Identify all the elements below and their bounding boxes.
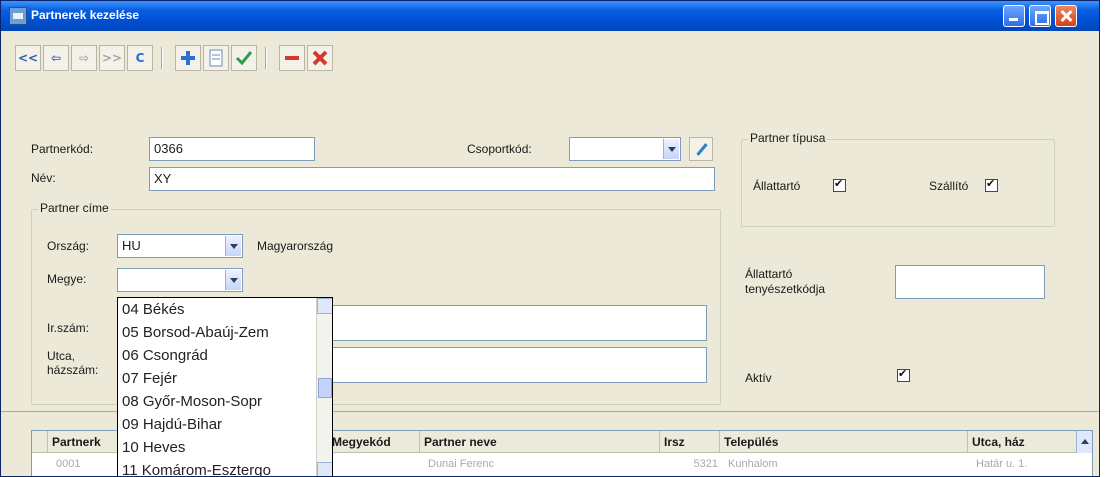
table-cell: Dunai Ferenc: [428, 458, 495, 470]
maximize-button[interactable]: [1029, 5, 1051, 27]
partner-window: Partnerek kezelése << ⇦ ⇨ >> C Partnerkó…: [0, 0, 1100, 477]
column-header[interactable]: Partner neve: [420, 431, 660, 453]
insert-icon: [181, 51, 195, 65]
orszag-label: Ország:: [47, 239, 90, 253]
app-icon: [9, 7, 27, 25]
list-item[interactable]: 05 Borsod-Abaúj-Zem: [118, 321, 332, 344]
list-item[interactable]: 07 Fejér: [118, 367, 332, 390]
table-cell: 5321: [693, 458, 718, 470]
aktiv-label: Aktív: [745, 371, 772, 385]
title-bar[interactable]: Partnerek kezelése: [1, 1, 1099, 31]
allattarto-kod-label: Állattartó tenyészetkódja: [745, 267, 826, 296]
prev-record-button[interactable]: ⇦: [43, 45, 69, 71]
megye-label: Megye:: [47, 272, 87, 286]
partnerkod-field[interactable]: 0366: [149, 137, 315, 161]
partner-tipusa-legend: Partner típusa: [748, 131, 828, 145]
table-cell: Határ u. 1.: [976, 458, 1028, 470]
insert-button[interactable]: [175, 45, 201, 71]
row-indicator-header: [32, 431, 48, 453]
list-item[interactable]: 11 Komárom-Esztergo: [118, 459, 332, 476]
post-icon: [235, 51, 253, 66]
minimize-button[interactable]: [1003, 5, 1025, 27]
list-item[interactable]: 04 Békés: [118, 298, 332, 321]
first-record-icon: <<: [17, 51, 39, 65]
column-header[interactable]: Irsz: [660, 431, 720, 453]
column-header[interactable]: Megyekód: [328, 431, 420, 453]
allattarto-kod-field[interactable]: [895, 265, 1045, 299]
edit-icon: [209, 49, 223, 67]
csoportkod-label: Csoportkód:: [467, 142, 532, 156]
prev-record-icon: ⇦: [50, 51, 62, 65]
szallito-checkbox[interactable]: [985, 177, 998, 192]
list-item[interactable]: 09 Hajdú-Bihar: [118, 413, 332, 436]
irszam-telepules-field[interactable]: [331, 305, 707, 341]
column-header[interactable]: Utca, ház: [968, 431, 1078, 453]
list-item[interactable]: 08 Győr-Moson-Sopr: [118, 390, 332, 413]
window-title: Partnerek kezelése: [31, 8, 140, 22]
megye-dropdown-list[interactable]: 04 Békés 05 Borsod-Abaúj-Zem 06 Csongrád…: [117, 297, 333, 476]
table-cell: Kunhalom: [728, 458, 778, 470]
first-record-button[interactable]: <<: [15, 45, 41, 71]
list-item[interactable]: 10 Heves: [118, 436, 332, 459]
chevron-down-icon[interactable]: [225, 236, 241, 256]
close-button[interactable]: [1055, 5, 1077, 27]
column-header[interactable]: Település: [720, 431, 968, 453]
list-item[interactable]: 06 Csongrád: [118, 344, 332, 367]
table-cell: [332, 453, 420, 475]
partnerkod-label: Partnerkód:: [31, 142, 94, 156]
chevron-down-icon[interactable]: [225, 270, 241, 290]
utca-field[interactable]: [331, 347, 707, 383]
orszag-select[interactable]: HU: [117, 234, 243, 258]
nev-label: Név:: [31, 171, 56, 185]
utca-label: Utca, házszám:: [47, 349, 99, 377]
table-cell: 0001: [56, 458, 81, 470]
refresh-button[interactable]: C: [127, 45, 153, 71]
last-record-icon: >>: [101, 51, 123, 65]
last-record-button[interactable]: >>: [99, 45, 125, 71]
csoportkod-picker-button[interactable]: [689, 137, 713, 161]
column-header[interactable]: Partnerk: [48, 431, 118, 453]
next-record-icon: ⇨: [78, 51, 90, 65]
scroll-up-icon[interactable]: [1076, 431, 1092, 453]
scroll-up-icon[interactable]: [317, 298, 332, 314]
post-button[interactable]: [231, 45, 257, 71]
irszam-label: Ir.szám:: [47, 321, 90, 335]
scroll-down-icon[interactable]: [317, 462, 332, 476]
scroll-thumb[interactable]: [318, 378, 332, 398]
cancel-icon: [312, 50, 328, 66]
refresh-icon: C: [135, 51, 145, 65]
nev-field[interactable]: XY: [149, 167, 715, 191]
megye-select[interactable]: [117, 268, 243, 292]
orszag-name: Magyarország: [257, 239, 334, 253]
aktiv-checkbox[interactable]: [897, 367, 910, 382]
delete-button[interactable]: [279, 45, 305, 71]
cancel-button[interactable]: [307, 45, 333, 71]
edit-button[interactable]: [203, 45, 229, 71]
szallito-label: Szállító: [929, 179, 969, 193]
allattarto-label: Állattartó: [753, 179, 801, 193]
toolbar-separator: [161, 47, 163, 69]
chevron-down-icon[interactable]: [663, 139, 679, 159]
partner-cime-legend: Partner címe: [38, 201, 111, 215]
orszag-value: HU: [122, 238, 141, 253]
next-record-button[interactable]: ⇨: [71, 45, 97, 71]
delete-icon: [285, 56, 299, 60]
csoportkod-select[interactable]: [569, 137, 681, 161]
allattarto-checkbox[interactable]: [833, 177, 846, 192]
toolbar-separator: [265, 47, 267, 69]
dropdown-scrollbar[interactable]: [316, 298, 332, 476]
